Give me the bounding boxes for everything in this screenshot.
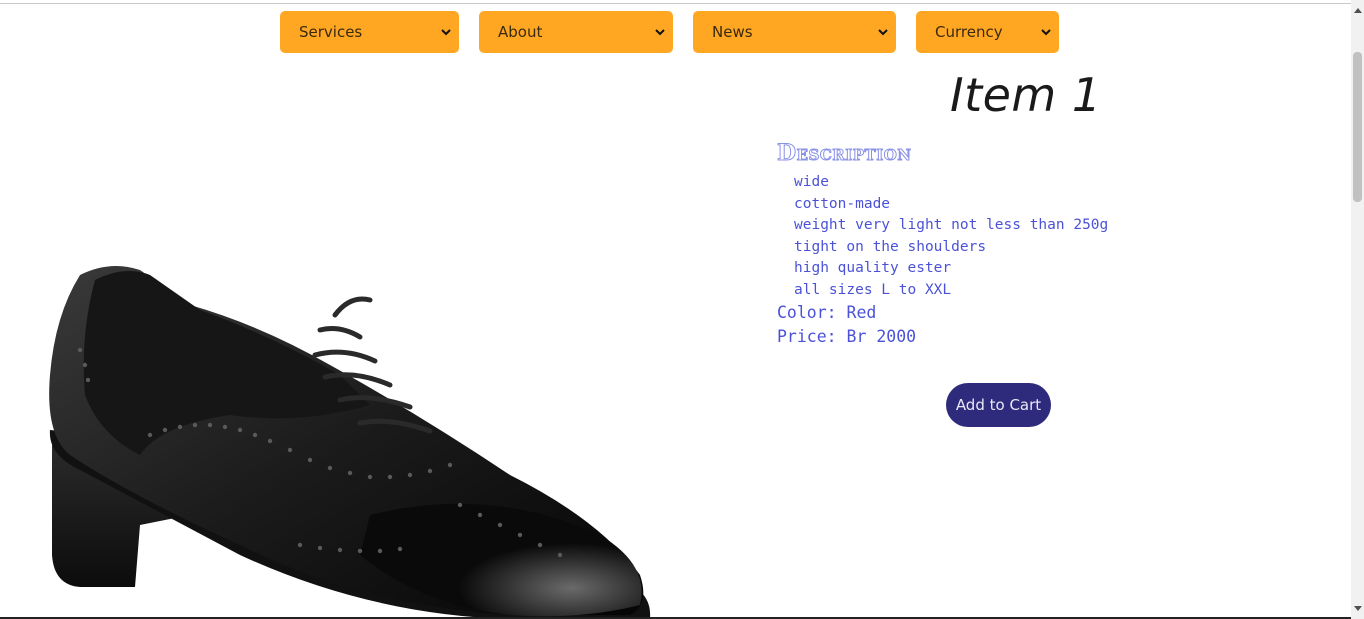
list-item: wide [794, 174, 829, 190]
chevron-down-icon [441, 29, 451, 36]
list-item: cotton-made [794, 195, 891, 212]
vertical-scrollbar[interactable] [1351, 0, 1364, 619]
scrollbar-thumb[interactable] [1353, 52, 1362, 202]
description-list: wide cotton-made weight very light not l… [794, 172, 1108, 301]
chevron-down-icon [655, 29, 665, 36]
shoe-image [49, 266, 651, 619]
top-divider [0, 3, 1351, 4]
news-dropdown-label: News [712, 23, 753, 41]
product-color: Color: Red [777, 303, 877, 322]
product-price: Price: Br 2000 [777, 327, 917, 346]
list-item: all sizes L to XXL [794, 281, 952, 298]
chevron-down-icon [1041, 29, 1051, 36]
chevron-down-icon [878, 29, 888, 36]
list-item: tight on the shoulders [794, 238, 987, 255]
scroll-up-icon[interactable] [1354, 8, 1362, 13]
services-dropdown[interactable]: Services [280, 11, 459, 53]
currency-dropdown[interactable]: Currency [916, 11, 1059, 53]
about-dropdown-label: About [498, 23, 543, 41]
add-to-cart-button[interactable]: Add to Cart [946, 383, 1051, 427]
currency-dropdown-label: Currency [935, 23, 1003, 41]
services-dropdown-label: Services [299, 23, 363, 41]
scroll-down-icon[interactable] [1354, 606, 1362, 611]
add-to-cart-label: Add to Cart [955, 396, 1042, 414]
description-heading: Description [777, 140, 912, 167]
product-title: Item 1 [950, 68, 1102, 122]
news-dropdown[interactable]: News [693, 11, 896, 53]
about-dropdown[interactable]: About [479, 11, 673, 53]
list-item: weight very light not less than 250g [794, 217, 1109, 233]
list-item: high quality ester [794, 260, 952, 276]
